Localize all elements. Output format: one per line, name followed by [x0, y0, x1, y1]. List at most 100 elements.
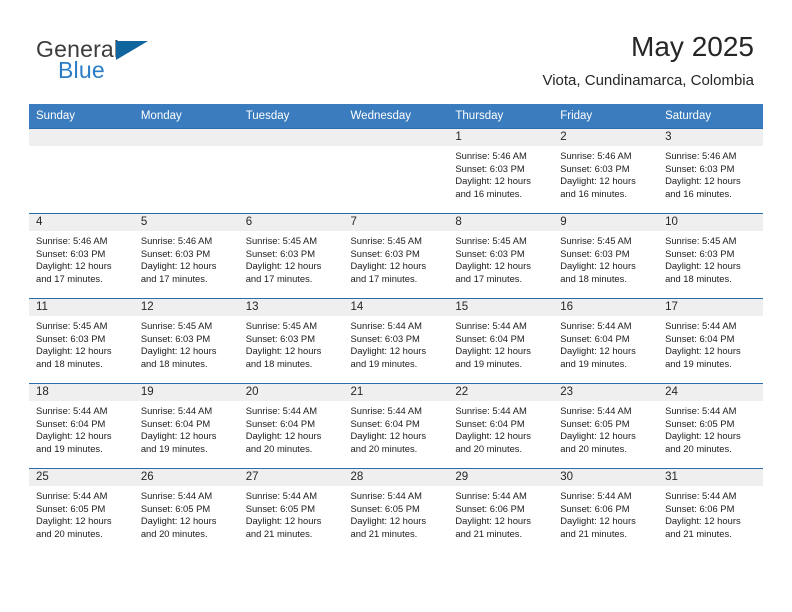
- day-number: 6: [238, 214, 344, 231]
- day-details: Sunrise: 5:44 AM Sunset: 6:06 PM Daylight:…: [448, 486, 553, 540]
- day-detail-line: Daylight: 12 hours: [560, 175, 636, 187]
- calendar-week-row: 1 Sunrise: 5:46 AM Sunset: 6:03 PM Daylight…: [29, 128, 763, 214]
- calendar-day-cell[interactable]: 28 Sunrise: 5:44 AM Sunset: 6:05 PM Dayligh…: [343, 468, 449, 553]
- day-detail-line: Sunset: 6:03 PM: [36, 332, 106, 344]
- calendar-day-cell[interactable]: 2 Sunrise: 5:46 AM Sunset: 6:03 PM Daylight…: [553, 128, 659, 214]
- calendar-day-cell[interactable]: 11 Sunrise: 5:45 AM Sunset: 6:03 PM Dayligh…: [29, 298, 134, 384]
- day-detail-line: Sunrise: 5:45 AM: [665, 235, 737, 246]
- day-detail-line: Sunset: 6:04 PM: [455, 417, 525, 429]
- calendar-day-cell[interactable]: 5 Sunrise: 5:46 AM Sunset: 6:03 PM Daylight…: [133, 213, 239, 299]
- day-detail-line: and 17 minutes.: [36, 272, 103, 284]
- calendar-week-row: 18 Sunrise: 5:44 AM Sunset: 6:04 PM Dayligh…: [29, 383, 763, 469]
- day-details: Sunrise: 5:45 AM Sunset: 6:03 PM Daylight:…: [553, 231, 658, 285]
- day-detail-line: and 20 minutes.: [36, 527, 103, 539]
- calendar-day-cell[interactable]: 1 Sunrise: 5:46 AM Sunset: 6:03 PM Daylight…: [448, 128, 554, 214]
- day-detail-line: Sunset: 6:06 PM: [560, 502, 630, 514]
- day-details: Sunrise: 5:46 AM Sunset: 6:03 PM Daylight:…: [29, 231, 134, 285]
- day-details: Sunrise: 5:45 AM Sunset: 6:03 PM Daylight:…: [658, 231, 763, 285]
- calendar-day-cell[interactable]: 19 Sunrise: 5:44 AM Sunset: 6:04 PM Dayligh…: [133, 383, 239, 469]
- calendar-day-cell[interactable]: 12 Sunrise: 5:45 AM Sunset: 6:03 PM Dayligh…: [133, 298, 239, 384]
- day-detail-line: Daylight: 12 hours: [245, 260, 322, 272]
- day-detail-line: Sunset: 6:03 PM: [560, 247, 630, 259]
- calendar-day-cell[interactable]: 20 Sunrise: 5:44 AM Sunset: 6:04 PM Dayligh…: [238, 383, 344, 469]
- day-details: [134, 146, 239, 150]
- calendar-day-cell-empty: [133, 128, 239, 214]
- day-details: Sunrise: 5:44 AM Sunset: 6:04 PM Daylight:…: [344, 401, 449, 455]
- day-detail-line: and 21 minutes.: [350, 527, 418, 539]
- day-detail-line: Daylight: 12 hours: [665, 345, 741, 357]
- day-detail-line: and 16 minutes.: [560, 187, 627, 199]
- day-detail-line: Daylight: 12 hours: [140, 345, 217, 357]
- day-detail-line: Daylight: 12 hours: [455, 430, 531, 442]
- day-number: 18: [29, 384, 134, 401]
- day-detail-line: Daylight: 12 hours: [560, 430, 636, 442]
- day-number: 12: [133, 299, 239, 316]
- day-details: Sunrise: 5:44 AM Sunset: 6:03 PM Daylight:…: [344, 316, 449, 370]
- day-detail-line: Daylight: 12 hours: [140, 430, 217, 442]
- day-detail-line: and 17 minutes.: [140, 272, 208, 284]
- day-detail-line: Sunset: 6:03 PM: [245, 247, 315, 259]
- calendar-day-cell[interactable]: 3 Sunrise: 5:46 AM Sunset: 6:03 PM Daylight…: [658, 128, 763, 214]
- day-details: Sunrise: 5:44 AM Sunset: 6:04 PM Daylight:…: [134, 401, 239, 455]
- day-detail-line: Sunset: 6:03 PM: [350, 332, 420, 344]
- calendar-day-cell[interactable]: 15 Sunrise: 5:44 AM Sunset: 6:04 PM Dayligh…: [448, 298, 554, 384]
- day-detail-line: Sunset: 6:03 PM: [455, 247, 525, 259]
- day-detail-line: Daylight: 12 hours: [560, 515, 636, 527]
- calendar-day-cell[interactable]: 7 Sunrise: 5:45 AM Sunset: 6:03 PM Daylight…: [343, 213, 449, 299]
- day-number: 4: [29, 214, 134, 231]
- day-detail-line: Daylight: 12 hours: [665, 515, 741, 527]
- day-details: Sunrise: 5:46 AM Sunset: 6:03 PM Daylight:…: [448, 146, 553, 200]
- day-detail-line: Daylight: 12 hours: [455, 260, 531, 272]
- calendar-day-cell[interactable]: 21 Sunrise: 5:44 AM Sunset: 6:04 PM Dayligh…: [343, 383, 449, 469]
- day-detail-line: Daylight: 12 hours: [140, 260, 217, 272]
- day-detail-line: Daylight: 12 hours: [665, 430, 741, 442]
- calendar-day-cell[interactable]: 29 Sunrise: 5:44 AM Sunset: 6:06 PM Dayligh…: [448, 468, 554, 553]
- calendar-week-row: 11 Sunrise: 5:45 AM Sunset: 6:03 PM Dayligh…: [29, 298, 763, 384]
- day-detail-line: Sunset: 6:03 PM: [455, 162, 525, 174]
- day-detail-line: and 18 minutes.: [140, 357, 208, 369]
- day-number: 24: [658, 384, 763, 401]
- calendar-day-cell[interactable]: 9 Sunrise: 5:45 AM Sunset: 6:03 PM Daylight…: [553, 213, 659, 299]
- calendar-day-cell[interactable]: 4 Sunrise: 5:46 AM Sunset: 6:03 PM Daylight…: [29, 213, 134, 299]
- day-detail-line: Daylight: 12 hours: [245, 430, 322, 442]
- day-details: Sunrise: 5:44 AM Sunset: 6:05 PM Daylight:…: [658, 401, 763, 455]
- day-detail-line: Sunset: 6:05 PM: [140, 502, 211, 514]
- weekday-header-thursday: Thursday: [448, 104, 554, 129]
- calendar-grid: Sunday Monday Tuesday Wednesday Thursday…: [29, 104, 763, 553]
- day-details: Sunrise: 5:44 AM Sunset: 6:04 PM Daylight:…: [239, 401, 344, 455]
- day-details: Sunrise: 5:44 AM Sunset: 6:05 PM Daylight:…: [134, 486, 239, 540]
- day-number: 1: [448, 129, 554, 146]
- calendar-day-cell[interactable]: 10 Sunrise: 5:45 AM Sunset: 6:03 PM Dayligh…: [658, 213, 763, 299]
- day-detail-line: Sunrise: 5:44 AM: [350, 490, 422, 501]
- day-detail-line: Sunset: 6:06 PM: [665, 502, 735, 514]
- calendar-day-cell[interactable]: 31 Sunrise: 5:44 AM Sunset: 6:06 PM Dayligh…: [658, 468, 763, 553]
- weekday-header-sunday: Sunday: [29, 104, 134, 129]
- day-detail-line: and 20 minutes.: [560, 442, 627, 454]
- day-details: Sunrise: 5:44 AM Sunset: 6:04 PM Daylight:…: [658, 316, 763, 370]
- calendar-day-cell[interactable]: 30 Sunrise: 5:44 AM Sunset: 6:06 PM Dayligh…: [553, 468, 659, 553]
- calendar-day-cell[interactable]: 27 Sunrise: 5:44 AM Sunset: 6:05 PM Dayligh…: [238, 468, 344, 553]
- day-detail-line: and 19 minutes.: [140, 442, 208, 454]
- weekday-header-monday: Monday: [133, 104, 239, 129]
- day-number: 11: [29, 299, 134, 316]
- day-detail-line: Sunrise: 5:44 AM: [140, 490, 213, 501]
- calendar-day-cell[interactable]: 13 Sunrise: 5:45 AM Sunset: 6:03 PM Dayligh…: [238, 298, 344, 384]
- day-number: 2: [553, 129, 659, 146]
- brand-logo[interactable]: General Blue: [36, 36, 256, 86]
- calendar-day-cell[interactable]: 16 Sunrise: 5:44 AM Sunset: 6:04 PM Dayligh…: [553, 298, 659, 384]
- calendar-day-cell[interactable]: 17 Sunrise: 5:44 AM Sunset: 6:04 PM Dayligh…: [658, 298, 763, 384]
- calendar-day-cell[interactable]: 8 Sunrise: 5:45 AM Sunset: 6:03 PM Daylight…: [448, 213, 554, 299]
- day-details: Sunrise: 5:45 AM Sunset: 6:03 PM Daylight:…: [344, 231, 449, 285]
- calendar-day-cell[interactable]: 6 Sunrise: 5:45 AM Sunset: 6:03 PM Daylight…: [238, 213, 344, 299]
- day-detail-line: Daylight: 12 hours: [350, 430, 427, 442]
- calendar-day-cell[interactable]: 22 Sunrise: 5:44 AM Sunset: 6:04 PM Dayligh…: [448, 383, 554, 469]
- calendar-day-cell[interactable]: 25 Sunrise: 5:44 AM Sunset: 6:05 PM Dayligh…: [29, 468, 134, 553]
- calendar-day-cell[interactable]: 24 Sunrise: 5:44 AM Sunset: 6:05 PM Dayligh…: [658, 383, 763, 469]
- day-number: [343, 129, 449, 146]
- calendar-day-cell[interactable]: 26 Sunrise: 5:44 AM Sunset: 6:05 PM Dayligh…: [133, 468, 239, 553]
- calendar-day-cell[interactable]: 18 Sunrise: 5:44 AM Sunset: 6:04 PM Dayligh…: [29, 383, 134, 469]
- calendar-day-cell[interactable]: 23 Sunrise: 5:44 AM Sunset: 6:05 PM Dayligh…: [553, 383, 659, 469]
- day-number: 22: [448, 384, 554, 401]
- calendar-day-cell[interactable]: 14 Sunrise: 5:44 AM Sunset: 6:03 PM Dayligh…: [343, 298, 449, 384]
- day-detail-line: Daylight: 12 hours: [36, 260, 112, 272]
